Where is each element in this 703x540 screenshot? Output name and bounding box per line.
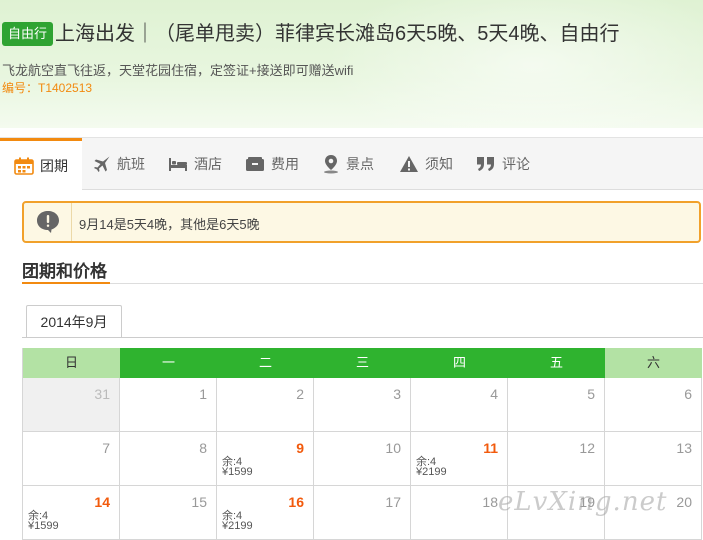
day-number: 4 [490, 386, 498, 402]
month-tab[interactable]: 2014年9月 [26, 305, 122, 338]
calendar-day-cell: 18 [411, 486, 508, 540]
day-number: 15 [191, 494, 207, 510]
tab-hotel[interactable]: 酒店 [168, 138, 222, 190]
day-price: ¥1599 [222, 466, 253, 478]
day-number: 2 [296, 386, 304, 402]
day-number: 16 [288, 494, 304, 510]
day-number: 10 [385, 440, 401, 456]
calendar-day-cell: 15 [120, 486, 217, 540]
day-price: ¥2199 [416, 466, 447, 478]
weekday-label: 日 [23, 348, 120, 378]
location-pin-icon [324, 155, 338, 174]
tab-label: 评论 [502, 156, 530, 172]
calendar-icon [14, 157, 34, 175]
day-price: ¥1599 [28, 520, 59, 532]
tab-label: 景点 [346, 156, 374, 172]
product-title: 上海出发｜（尾单甩卖）菲律宾长滩岛6天5晚、5天4晚、自由行 [55, 23, 620, 45]
day-number: 31 [94, 386, 110, 402]
tab-schedule[interactable]: 团期 [0, 138, 82, 191]
detail-tabs: 团期 航班 酒店 费用 景点 须知 评论 [0, 137, 703, 191]
tab-flight[interactable]: 航班 [93, 138, 145, 190]
day-number: 1 [199, 386, 207, 402]
calendar-day-cell: 2 [217, 378, 314, 432]
day-number: 20 [676, 494, 692, 510]
calendar-weekday-header: 日 一 二 三 四 五 六 [23, 348, 703, 378]
warning-icon [400, 156, 418, 172]
section-divider [22, 283, 703, 284]
day-number: 6 [684, 386, 692, 402]
watermark: eLvXing.net [498, 487, 668, 517]
tab-label: 团期 [40, 158, 68, 174]
weekday-label: 一 [120, 348, 217, 378]
calendar-day-cell-available[interactable]: 16 余:4 ¥2199 [217, 486, 314, 540]
bed-icon [169, 158, 187, 171]
wallet-icon [246, 157, 264, 171]
calendar-day-cell: 7 [23, 432, 120, 486]
product-subtitle: 飞龙航空直飞往返，天堂花园住宿，定签证+接送即可赠送wifi [2, 63, 354, 78]
tab-reviews[interactable]: 评论 [476, 138, 530, 190]
product-code: 编号：T1402513 [2, 81, 93, 95]
weekday-label: 三 [314, 348, 411, 378]
calendar-week-row: 7 8 9 余:4 ¥1599 10 11 余:4 ¥2199 12 13 [23, 432, 703, 486]
calendar-day-cell: 3 [314, 378, 411, 432]
day-number: 17 [385, 494, 401, 510]
weekday-label: 五 [508, 348, 605, 378]
tab-label: 航班 [117, 156, 145, 172]
weekday-label: 二 [217, 348, 314, 378]
day-number: 13 [676, 440, 692, 456]
weekday-label: 四 [411, 348, 508, 378]
day-price: ¥2199 [222, 520, 253, 532]
tab-attractions[interactable]: 景点 [322, 138, 374, 190]
calendar-day-cell-available[interactable]: 14 余:4 ¥1599 [23, 486, 120, 540]
calendar-day-cell-available[interactable]: 9 余:4 ¥1599 [217, 432, 314, 486]
product-type-badge: 自由行 [2, 22, 54, 46]
weekday-label: 六 [605, 348, 702, 378]
calendar-day-cell: 10 [314, 432, 411, 486]
alert-bubble-icon [36, 211, 59, 233]
day-number: 8 [199, 440, 207, 456]
calendar-day-cell: 5 [508, 378, 605, 432]
day-number: 11 [483, 440, 498, 456]
calendar-day-cell: 17 [314, 486, 411, 540]
day-number: 18 [482, 494, 498, 510]
day-number: 3 [393, 386, 401, 402]
calendar-day-cell: 1 [120, 378, 217, 432]
calendar-day-cell: 12 [508, 432, 605, 486]
day-number: 12 [579, 440, 595, 456]
tab-notes[interactable]: 须知 [399, 138, 453, 190]
notice-text: 9月14是5天4晚，其他是6天5晚 [79, 217, 260, 232]
calendar-day-cell: 6 [605, 378, 702, 432]
section-title: 团期和价格 [22, 262, 107, 281]
tab-label: 酒店 [194, 156, 222, 172]
airplane-icon [94, 156, 110, 172]
day-number: 5 [587, 386, 595, 402]
calendar-day-cell: 4 [411, 378, 508, 432]
calendar-day-cell-available[interactable]: 11 余:4 ¥2199 [411, 432, 508, 486]
quote-icon [477, 157, 494, 171]
month-tab-divider [22, 337, 703, 338]
calendar-day-cell: 31 [23, 378, 120, 432]
calendar-week-row: 31 1 2 3 4 5 6 [23, 378, 703, 432]
tab-label: 费用 [271, 156, 299, 172]
calendar-day-cell: 13 [605, 432, 702, 486]
section-underline [22, 282, 110, 284]
departure-notice: 9月14是5天4晚，其他是6天5晚 [22, 201, 701, 243]
tab-label: 须知 [425, 156, 453, 172]
day-number: 9 [296, 440, 304, 456]
day-number: 7 [102, 440, 110, 456]
calendar-day-cell: 8 [120, 432, 217, 486]
tab-fees[interactable]: 费用 [245, 138, 299, 190]
product-header: 自由行 上海出发｜（尾单甩卖）菲律宾长滩岛6天5晚、5天4晚、自由行 飞龙航空直… [0, 0, 703, 128]
day-number: 14 [94, 494, 110, 510]
